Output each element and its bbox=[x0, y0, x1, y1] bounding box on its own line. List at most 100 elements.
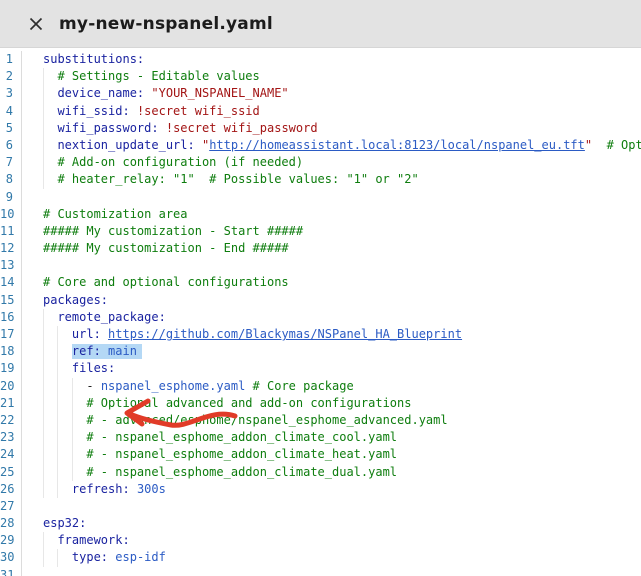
file-title: my-new-nspanel.yaml bbox=[59, 14, 273, 34]
code-token bbox=[195, 138, 202, 152]
line-number: 8 bbox=[0, 171, 22, 188]
code-line: 31 bbox=[0, 567, 641, 576]
code-line: 15packages: bbox=[0, 292, 641, 309]
code-token bbox=[43, 155, 57, 169]
code-line: 9 bbox=[0, 189, 641, 206]
code-token bbox=[43, 482, 72, 496]
line-number: 24 bbox=[0, 446, 22, 463]
code-token bbox=[43, 361, 72, 375]
code-token bbox=[101, 327, 108, 341]
line-number: 1 bbox=[0, 51, 22, 68]
code-token bbox=[43, 396, 86, 410]
code-token bbox=[43, 465, 86, 479]
line-number: 23 bbox=[0, 429, 22, 446]
code-token: # - nspanel_esphome_addon_climate_dual.y… bbox=[86, 465, 397, 479]
code-token: # Core package bbox=[253, 379, 354, 393]
code-line: 4 wifi_ssid: !secret wifi_ssid bbox=[0, 103, 641, 120]
line-number: 3 bbox=[0, 85, 22, 102]
code-token bbox=[43, 310, 57, 324]
line-number: 4 bbox=[0, 103, 22, 120]
code-token: refresh: bbox=[72, 482, 130, 496]
code-line: 10 # Customization area bbox=[0, 206, 641, 223]
line-number: 2 bbox=[0, 68, 22, 85]
code-line: 24 # - nspanel_esphome_addon_climate_hea… bbox=[0, 446, 641, 463]
code-token: # Customization area bbox=[43, 207, 188, 221]
code-line: 23 # - nspanel_esphome_addon_climate_coo… bbox=[0, 429, 641, 446]
code-token: remote_package: bbox=[57, 310, 165, 324]
code-line: 2 # Settings - Editable values bbox=[0, 68, 641, 85]
code-token bbox=[130, 482, 137, 496]
line-number: 6 bbox=[0, 137, 22, 154]
code-link[interactable]: https://github.com/Blackymas/NSPanel_HA_… bbox=[108, 327, 462, 341]
code-line: 17 url: https://github.com/Blackymas/NSP… bbox=[0, 326, 641, 343]
code-line: 22 # - advanced/esphome/nspanel_esphome_… bbox=[0, 412, 641, 429]
code-token bbox=[43, 344, 72, 358]
code-link[interactable]: http://homeassistant.local:8123/local/ns… bbox=[209, 138, 585, 152]
code-token: "YOUR_NSPANEL_NAME" bbox=[151, 86, 288, 100]
code-token bbox=[43, 550, 72, 564]
code-line: 11 ##### My customization - Start ##### bbox=[0, 223, 641, 240]
line-number: 10 bbox=[0, 206, 22, 223]
line-number: 21 bbox=[0, 395, 22, 412]
code-token: ##### My customization - Start ##### bbox=[43, 224, 303, 238]
line-number: 14 bbox=[0, 274, 22, 291]
line-number: 5 bbox=[0, 120, 22, 137]
code-token bbox=[43, 379, 86, 393]
line-number: 15 bbox=[0, 292, 22, 309]
code-line: 7 # Add-on configuration (if needed) bbox=[0, 154, 641, 171]
code-token bbox=[245, 379, 252, 393]
code-token bbox=[159, 121, 166, 135]
code-token: # Core and optional configurations bbox=[43, 275, 289, 289]
code-token bbox=[592, 138, 606, 152]
code-token: 300s bbox=[137, 482, 166, 496]
code-line: 19 files: bbox=[0, 360, 641, 377]
line-number: 13 bbox=[0, 257, 22, 274]
code-token bbox=[43, 430, 86, 444]
code-token: substitutions: bbox=[43, 52, 144, 66]
code-line: 1 substitutions: bbox=[0, 51, 641, 68]
code-line: 28esp32: bbox=[0, 515, 641, 532]
line-number: 11 bbox=[0, 223, 22, 240]
line-number: 26 bbox=[0, 481, 22, 498]
editor-header: my-new-nspanel.yaml bbox=[0, 0, 641, 48]
line-number: 27 bbox=[0, 498, 22, 515]
code-token: !secret wifi_password bbox=[166, 121, 318, 135]
line-number: 19 bbox=[0, 360, 22, 377]
code-line: 12 ##### My customization - End ##### bbox=[0, 240, 641, 257]
line-number: 12 bbox=[0, 240, 22, 257]
code-token bbox=[43, 121, 57, 135]
code-token: # - nspanel_esphome_addon_climate_heat.y… bbox=[86, 447, 397, 461]
code-line: 18 ref: main bbox=[0, 343, 641, 360]
line-number: 30 bbox=[0, 549, 22, 566]
code-token bbox=[43, 447, 86, 461]
code-token: main bbox=[108, 344, 137, 358]
code-line: 3 device_name: "YOUR_NSPANEL_NAME" bbox=[0, 85, 641, 102]
code-line: 14 # Core and optional configurations bbox=[0, 274, 641, 291]
code-token: # Add-on configuration (if needed) bbox=[57, 155, 303, 169]
code-token: # heater_relay: "1" # Possible values: "… bbox=[57, 172, 418, 186]
code-token: nspanel_esphome.yaml bbox=[101, 379, 246, 393]
code-token bbox=[43, 172, 57, 186]
close-button[interactable] bbox=[26, 14, 46, 34]
code-token: - bbox=[86, 379, 100, 393]
code-token: # Settings - Editable values bbox=[57, 69, 259, 83]
code-token bbox=[43, 533, 57, 547]
line-number: 25 bbox=[0, 464, 22, 481]
code-token: nextion_update_url: bbox=[57, 138, 194, 152]
code-line: 27 bbox=[0, 498, 641, 515]
code-token: # Optional advanced and add-on configura… bbox=[86, 396, 411, 410]
code-token bbox=[43, 86, 57, 100]
code-editor[interactable]: 1 substitutions: 2 # Settings - Editable v… bbox=[0, 48, 641, 576]
line-number: 7 bbox=[0, 154, 22, 171]
code-token: wifi_ssid: bbox=[57, 104, 129, 118]
code-token bbox=[101, 344, 108, 358]
code-line: 13 bbox=[0, 257, 641, 274]
code-token: ##### My customization - End ##### bbox=[43, 241, 289, 255]
code-line: 29 framework: bbox=[0, 532, 641, 549]
code-token: url: bbox=[72, 327, 101, 341]
code-line: 8 # heater_relay: "1" # Possible values:… bbox=[0, 171, 641, 188]
code-token bbox=[43, 104, 57, 118]
code-token: ref: bbox=[72, 344, 101, 358]
code-lines: 1 substitutions: 2 # Settings - Editable v… bbox=[0, 48, 641, 576]
code-token: # - advanced/esphome/nspanel_esphome_adv… bbox=[86, 413, 447, 427]
